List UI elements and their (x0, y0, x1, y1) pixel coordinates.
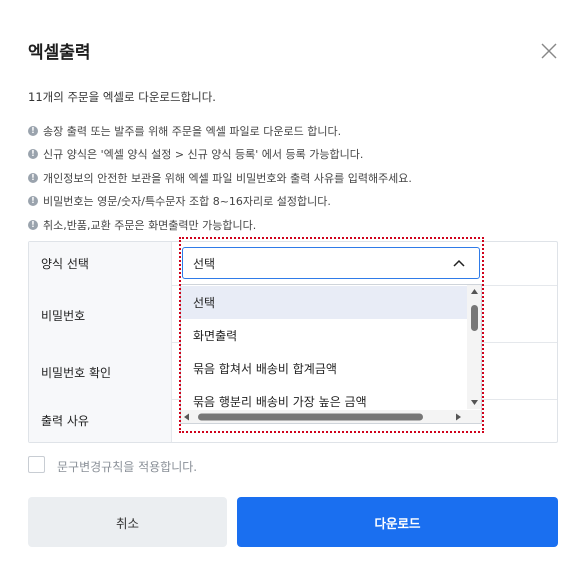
notice-list: ! 송장 출력 또는 발주를 위해 주문을 엑셀 파일로 다운로드 합니다. ! 신… (28, 119, 568, 237)
horizontal-scrollbar[interactable] (181, 410, 482, 424)
format-select[interactable]: 선택 (182, 247, 480, 279)
info-icon: ! (28, 149, 38, 160)
dialog-title: 엑셀출력 (28, 43, 91, 63)
password-confirm-label: 비밀번호 확인 (29, 342, 172, 399)
wording-rule-label: 문구변경규칙을 적용합니다. (57, 460, 198, 474)
notice-item: ! 비밀번호는 영문/숫자/특수문자 조합 8~16자리로 설정합니다. (28, 190, 568, 214)
notice-item: ! 취소,반품,교환 주문은 화면출력만 가능합니다. (28, 213, 568, 237)
chevron-up-icon (453, 259, 465, 267)
download-button[interactable]: 다운로드 (237, 497, 558, 547)
info-icon: ! (28, 196, 38, 207)
close-icon[interactable] (539, 41, 559, 61)
format-select-value: 선택 (193, 256, 216, 271)
password-label: 비밀번호 (29, 285, 172, 342)
info-icon: ! (28, 125, 38, 136)
info-icon: ! (28, 172, 38, 183)
notice-item: ! 송장 출력 또는 발주를 위해 주문을 엑셀 파일로 다운로드 합니다. (28, 119, 568, 143)
cancel-button[interactable]: 취소 (28, 497, 227, 547)
dropdown-option[interactable]: 선택 (181, 286, 467, 319)
format-dropdown-list[interactable]: 선택 화면출력 묶음 합쳐서 배송비 합계금액 묶음 행분리 배송비 가장 높은… (180, 284, 482, 424)
dropdown-option[interactable]: 화면출력 (181, 319, 467, 352)
reason-label: 출력 사유 (29, 399, 172, 442)
dialog-subtitle: 11개의 주문을 엑셀로 다운로드합니다. (28, 90, 216, 104)
notice-item: ! 신규 양식은 '엑셀 양식 설정 > 신규 양식 등록' 에서 등록 가능합니… (28, 143, 568, 167)
info-icon: ! (28, 219, 38, 230)
format-label: 양식 선택 (29, 242, 172, 285)
wording-rule-checkbox[interactable] (28, 456, 45, 473)
dropdown-option[interactable]: 묶음 합쳐서 배송비 합계금액 (181, 352, 467, 385)
vertical-scrollbar[interactable] (467, 285, 482, 409)
notice-item: ! 개인정보의 안전한 보관을 위해 엑셀 파일 비밀번호와 출력 사유를 입력해… (28, 166, 568, 190)
